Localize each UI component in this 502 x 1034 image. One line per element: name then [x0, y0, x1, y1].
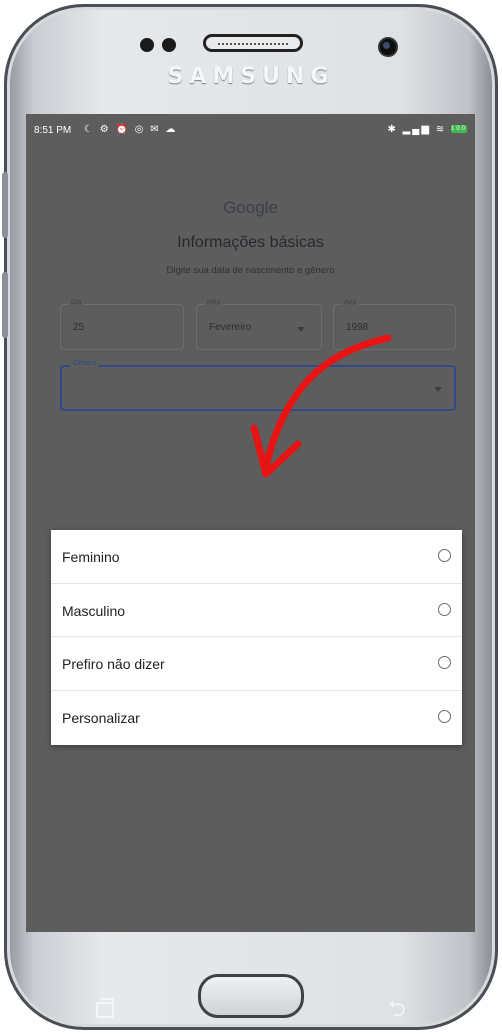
red-arrow-annotation — [250, 334, 392, 478]
radio-button[interactable] — [438, 602, 451, 616]
gender-option-personalizar[interactable]: Personalizar — [51, 691, 462, 745]
recent-apps-icon[interactable] — [96, 998, 114, 1018]
gender-option-masculino[interactable]: Masculino — [51, 584, 462, 637]
gender-options-dialog: Feminino Masculino Prefiro não dizer Per… — [51, 530, 462, 745]
sensor-dot-right — [162, 38, 176, 52]
phone-screen: 8:51 PM ☾ ⚙ ⏰ ◎ ✉ ☁ ✱ ▂▄▆ ≋ 100 Google I… — [26, 114, 475, 932]
option-label: Personalizar — [62, 709, 140, 726]
option-label: Feminino — [62, 549, 120, 565]
gender-option-prefiro-nao-dizer[interactable]: Prefiro não dizer — [51, 637, 462, 691]
radio-button[interactable] — [438, 709, 451, 723]
device-brand-logo: SAMSUNG — [167, 64, 335, 89]
phone-top-bezel: SAMSUNG — [0, 0, 502, 112]
gender-option-feminino[interactable]: Feminino — [51, 530, 462, 584]
front-camera — [378, 37, 398, 57]
volume-up-button — [2, 172, 8, 238]
back-icon[interactable]: ⮌ — [388, 998, 406, 1020]
earpiece-speaker — [203, 34, 303, 52]
home-button[interactable] — [198, 974, 304, 1018]
sensor-dot-left — [140, 38, 154, 52]
arrow-shaft — [262, 334, 392, 470]
volume-down-button — [2, 272, 8, 338]
option-label: Masculino — [62, 602, 126, 619]
radio-button[interactable] — [438, 656, 451, 669]
option-label: Prefiro não dizer — [62, 656, 165, 672]
radio-button[interactable] — [438, 549, 451, 562]
